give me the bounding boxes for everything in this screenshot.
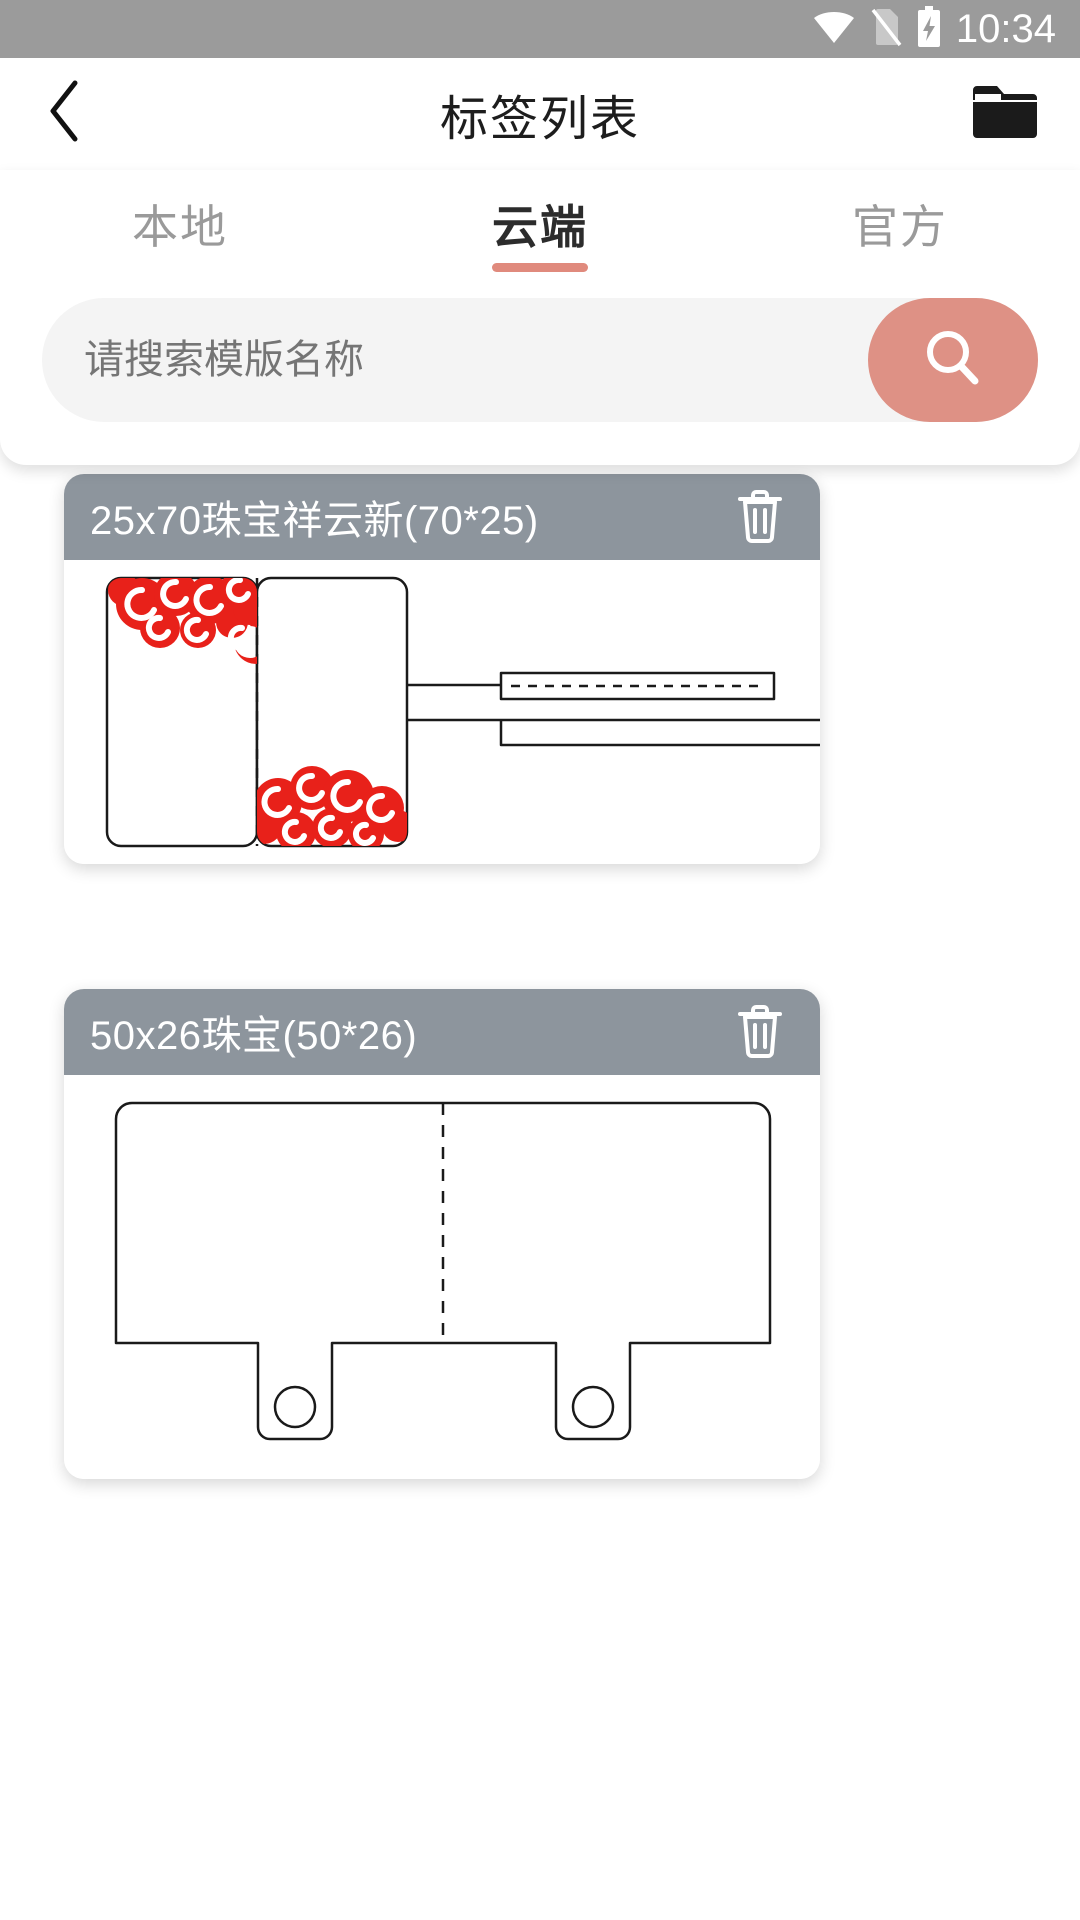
tab-official-label: 官方 <box>852 201 948 253</box>
tab-cloud[interactable]: 云端 <box>360 170 720 278</box>
template-preview-drawing-plain <box>114 1101 772 1441</box>
template-preview <box>64 560 820 864</box>
tab-active-underline <box>492 263 588 272</box>
delete-template-button[interactable] <box>734 489 786 545</box>
template-name: 25x70珠宝祥云新(70*25) <box>90 499 539 543</box>
top-panel: 本地 云端 官方 <box>0 170 1080 465</box>
template-preview-drawing-xiangyun <box>105 576 820 848</box>
no-sim-icon <box>870 7 902 52</box>
tab-cloud-label: 云端 <box>492 201 588 253</box>
battery-charging-icon <box>916 5 942 53</box>
tab-local-label: 本地 <box>132 201 228 253</box>
folder-icon <box>970 80 1040 147</box>
search-bar <box>42 298 1038 422</box>
tab-bar: 本地 云端 官方 <box>0 170 1080 278</box>
app-bar: 标签列表 <box>0 58 1080 170</box>
template-preview <box>64 1075 820 1479</box>
template-card-header: 25x70珠宝祥云新(70*25) <box>64 474 820 560</box>
template-card[interactable]: 25x70珠宝祥云新(70*25) <box>64 474 820 864</box>
status-bar-clock: 10:34 <box>955 7 1056 51</box>
folder-button[interactable] <box>970 80 1040 146</box>
trash-icon <box>734 487 786 548</box>
status-bar: 10:34 <box>0 0 1080 58</box>
template-list[interactable]: 25x70珠宝祥云新(70*25) 50x26珠宝(50*26) <box>0 465 1080 1920</box>
trash-icon <box>734 1002 786 1063</box>
tab-local[interactable]: 本地 <box>0 170 360 278</box>
wifi-icon <box>812 9 856 50</box>
page-title: 标签列表 <box>439 93 640 146</box>
template-card[interactable]: 50x26珠宝(50*26) <box>64 989 820 1479</box>
delete-template-button[interactable] <box>734 1004 786 1060</box>
status-bar-icons <box>812 5 942 53</box>
template-card-header: 50x26珠宝(50*26) <box>64 989 820 1075</box>
search-icon <box>917 322 989 399</box>
template-name: 50x26珠宝(50*26) <box>90 1014 418 1058</box>
search-button[interactable] <box>868 298 1038 422</box>
tab-official[interactable]: 官方 <box>720 170 1080 278</box>
